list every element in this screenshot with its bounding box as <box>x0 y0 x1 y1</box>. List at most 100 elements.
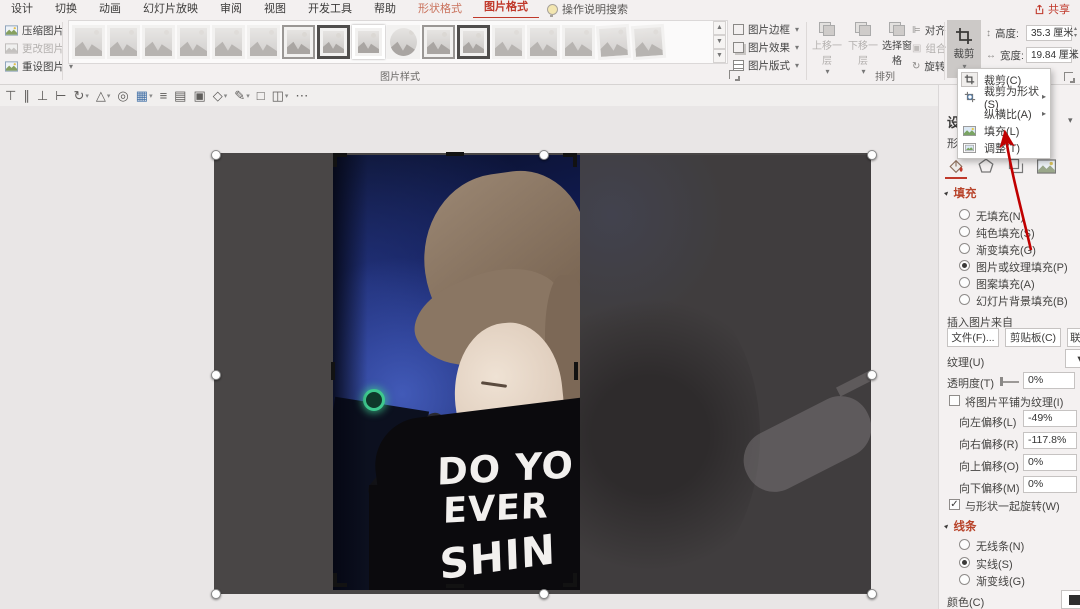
tab-help[interactable]: 帮助 <box>363 0 407 18</box>
tab-transitions[interactable]: 切换 <box>44 0 88 18</box>
crop-handle-left[interactable] <box>331 362 335 380</box>
line-section-header[interactable]: ▴ 线条 <box>945 518 977 534</box>
picture-style-thumbnail[interactable] <box>457 25 490 59</box>
tab-view[interactable]: 视图 <box>253 0 297 18</box>
checkbox-label[interactable]: 将图片平铺为纹理(I) <box>965 394 1063 410</box>
theme-colors-icon[interactable]: ▦▾ <box>136 88 153 104</box>
picture-style-thumbnail[interactable] <box>527 25 560 59</box>
radio-solid-fill[interactable] <box>959 226 970 237</box>
radio-gradient-fill[interactable] <box>959 243 970 254</box>
crop-handle-bottom-right[interactable] <box>563 573 577 587</box>
picture-layout-button[interactable]: 图片版式 ▾ <box>733 58 799 73</box>
radio-pattern-fill[interactable] <box>959 277 970 288</box>
transparency-slider-thumb[interactable] <box>1000 377 1003 386</box>
width-input[interactable]: 19.84 厘米 <box>1026 47 1072 63</box>
offset-down-input[interactable]: 0% <box>1023 476 1077 493</box>
picture-style-thumbnail[interactable] <box>177 25 210 59</box>
photo-crop-region[interactable]: DO YO EVER SHIN <box>333 155 580 590</box>
tab-animations[interactable]: 动画 <box>88 0 132 18</box>
selection-handle[interactable] <box>211 589 221 599</box>
insert-online-button[interactable]: 联机(E)... <box>1067 328 1080 347</box>
picture-style-thumbnail[interactable] <box>107 25 140 59</box>
selection-handle[interactable] <box>211 370 221 380</box>
picture-style-thumbnail[interactable] <box>352 25 385 59</box>
insert-picture-icon[interactable]: ▣ <box>193 88 205 104</box>
height-spinner[interactable]: ▴▾ <box>1071 26 1080 40</box>
radio-label[interactable]: 渐变线(G) <box>976 573 1025 589</box>
selection-handle[interactable] <box>539 150 549 160</box>
center-objects-icon[interactable]: ≡ <box>160 88 168 103</box>
picture-style-thumbnail[interactable] <box>212 25 245 59</box>
picture-style-thumbnail[interactable] <box>562 25 595 59</box>
radio-no-line[interactable] <box>959 539 970 550</box>
gallery-scroll-down-icon[interactable]: ▼ <box>713 35 726 49</box>
tell-me-search[interactable]: 操作说明搜索 <box>547 1 628 17</box>
texture-dropdown[interactable]: ▾ <box>1065 349 1080 368</box>
radio-gradient-line[interactable] <box>959 574 970 585</box>
radio-picture-texture-fill[interactable] <box>959 260 970 271</box>
radio-label[interactable]: 渐变填充(G) <box>976 242 1036 258</box>
insert-file-button[interactable]: 文件(F)... <box>947 328 999 347</box>
selection-handle[interactable] <box>867 150 877 160</box>
selection-handle[interactable] <box>211 150 221 160</box>
rotate-with-shape-checkbox[interactable]: ✓ <box>949 499 960 510</box>
picture-style-thumbnail[interactable] <box>282 25 315 59</box>
picture-style-thumbnail[interactable] <box>72 25 105 59</box>
align-top-icon[interactable]: ⊤ <box>5 88 16 104</box>
picture-style-thumbnail[interactable] <box>596 24 631 60</box>
selection-pane-button[interactable]: 选择窗格 <box>880 22 914 67</box>
picture-style-thumbnail[interactable] <box>317 25 350 59</box>
distribute-icon[interactable]: ⊢ <box>55 88 66 104</box>
offset-up-input[interactable]: 0% <box>1023 454 1077 471</box>
picture-effects-button[interactable]: 图片效果 ▾ <box>733 40 799 55</box>
tab-shape-format[interactable]: 形状格式 <box>407 0 473 18</box>
picture-style-thumbnail[interactable] <box>387 25 420 59</box>
transparency-input[interactable]: 0% <box>1023 372 1075 389</box>
panel-collapse-icon[interactable]: ▾ <box>1068 115 1073 126</box>
menu-item-aspect-ratio[interactable]: 纵横比(A) ▸ <box>958 105 1050 122</box>
radio-label[interactable]: 图案填充(A) <box>976 276 1035 292</box>
selection-handle[interactable] <box>539 589 549 599</box>
radio-no-fill[interactable] <box>959 209 970 220</box>
transparency-slider[interactable] <box>1001 381 1019 383</box>
height-input[interactable]: 35.3 厘米 <box>1026 25 1072 41</box>
offset-left-input[interactable]: -49% <box>1023 410 1077 427</box>
offset-right-input[interactable]: -117.8% <box>1023 432 1077 449</box>
combine-shapes-icon[interactable]: ◇▾ <box>213 88 228 104</box>
effects-icon[interactable]: ◎ <box>117 88 128 104</box>
picture-style-thumbnail[interactable] <box>247 25 280 59</box>
picture-style-thumbnail[interactable] <box>492 25 525 59</box>
radio-slide-background-fill[interactable] <box>959 294 970 305</box>
tab-design[interactable]: 设计 <box>0 0 44 18</box>
align-bottom-icon[interactable]: ⊥ <box>37 88 48 104</box>
crop-handle-top[interactable] <box>446 152 464 156</box>
menu-item-crop-to-shape[interactable]: 裁剪为形状(S) ▸ <box>958 88 1050 105</box>
more-tools-icon[interactable]: ⋯ <box>295 88 308 104</box>
frame-icon[interactable]: □ <box>257 88 265 103</box>
radio-label[interactable]: 无线条(N) <box>976 538 1024 554</box>
rotate-icon[interactable]: ↻▾ <box>73 88 88 104</box>
checkbox-label[interactable]: 与形状一起旋转(W) <box>965 498 1060 514</box>
share-button[interactable]: 共享 <box>1034 0 1070 18</box>
picture-style-thumbnail[interactable] <box>422 25 455 59</box>
size-dialog-launcher-icon[interactable] <box>1064 72 1073 81</box>
picture-style-thumbnail[interactable] <box>631 24 666 60</box>
insert-clipboard-button[interactable]: 剪贴板(C) <box>1005 328 1061 347</box>
tab-developer[interactable]: 开发工具 <box>297 0 363 18</box>
radio-solid-line[interactable] <box>959 557 970 568</box>
menu-item-fill[interactable]: 填充(L) <box>958 122 1050 139</box>
gallery-more-icon[interactable]: ▼ <box>713 49 726 63</box>
crop-handle-top-right[interactable] <box>563 153 577 167</box>
selection-handle[interactable] <box>867 589 877 599</box>
align-middle-icon[interactable]: ∥ <box>23 88 30 104</box>
gallery-scroll-up-icon[interactable]: ▲ <box>713 21 726 35</box>
picture-style-thumbnail[interactable] <box>142 25 175 59</box>
fill-color-icon[interactable]: ✎▾ <box>234 88 249 104</box>
line-color-button[interactable]: ▾ <box>1061 590 1080 609</box>
width-spinner[interactable]: ▴▾ <box>1071 48 1080 62</box>
window-icon[interactable]: ◫▾ <box>272 88 289 104</box>
photo-cropped-out-region[interactable] <box>580 155 871 593</box>
crop-handle-right[interactable] <box>574 362 578 380</box>
picture-border-button[interactable]: 图片边框 ▾ <box>733 22 799 37</box>
copy-style-icon[interactable]: ▤ <box>174 88 186 104</box>
